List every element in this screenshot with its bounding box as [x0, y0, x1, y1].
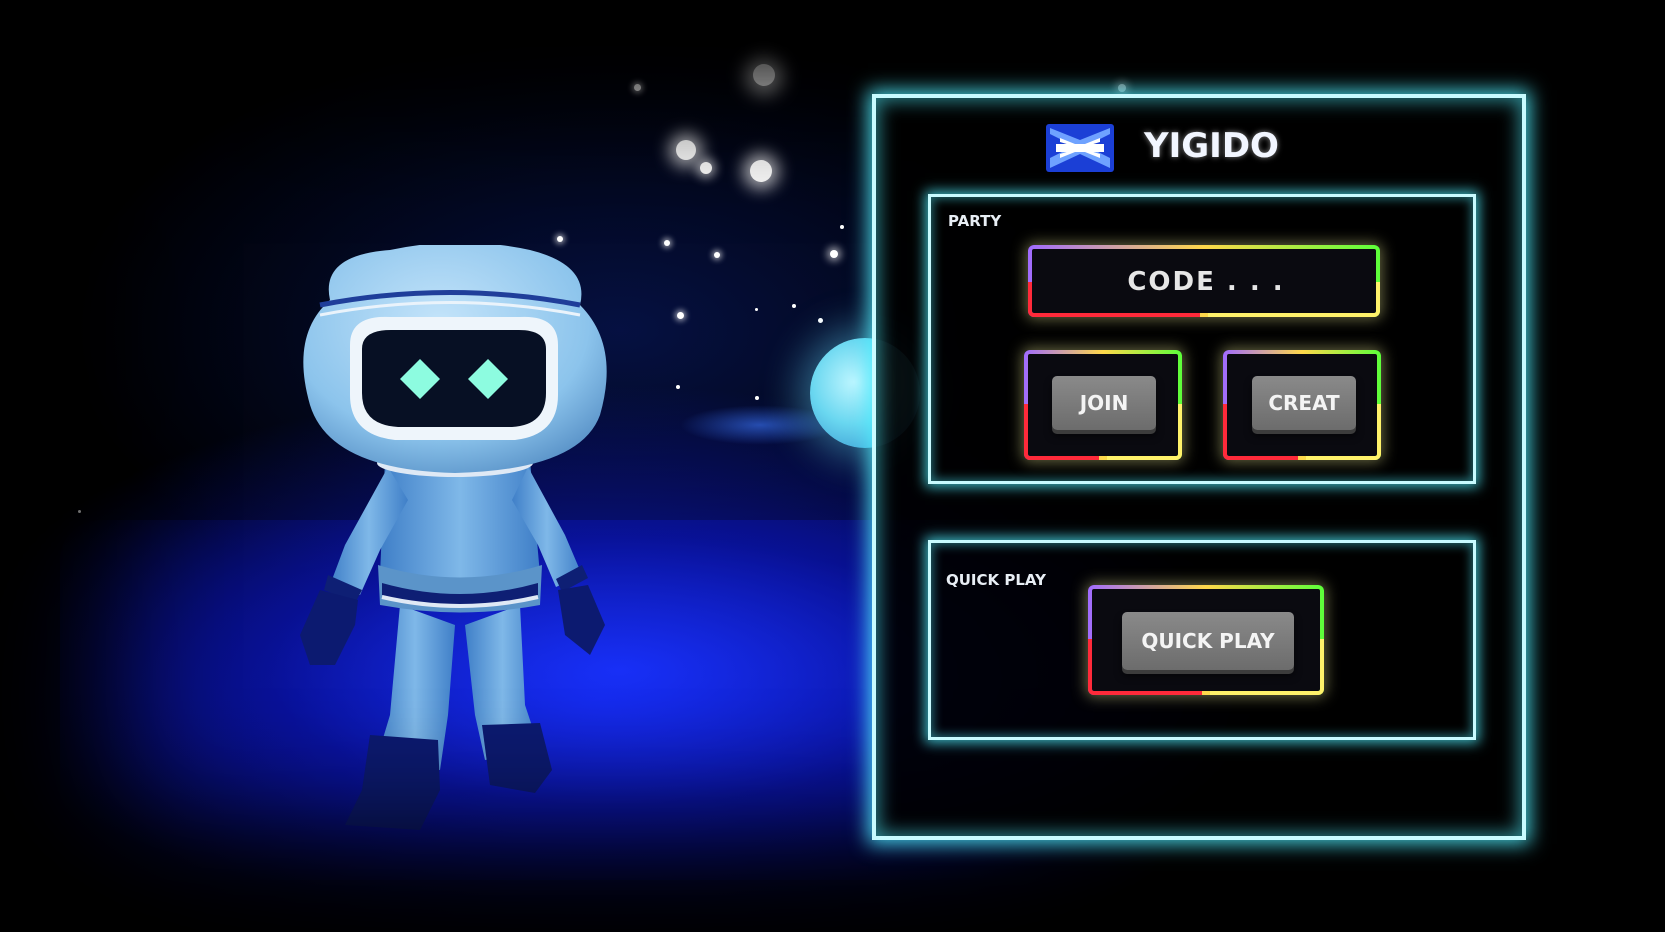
astronaut-character	[300, 245, 607, 830]
party-code-input[interactable]	[1038, 255, 1374, 309]
star	[755, 308, 758, 311]
create-party-button[interactable]: CREAT	[1252, 376, 1356, 430]
star	[557, 236, 563, 242]
star	[78, 510, 81, 513]
quick-play-section-label: QUICK PLAY	[946, 571, 1046, 589]
star	[700, 162, 712, 174]
quick-play-button[interactable]: QUICK PLAY	[1122, 612, 1294, 670]
star	[677, 312, 684, 319]
star	[750, 160, 772, 182]
party-section-label: PARTY	[948, 212, 1002, 230]
game-title: YIGIDO	[1144, 126, 1279, 166]
star	[840, 225, 844, 229]
star	[818, 318, 823, 323]
star	[676, 385, 680, 389]
star	[753, 64, 775, 86]
star	[634, 84, 641, 91]
star	[830, 250, 838, 258]
star	[1118, 84, 1126, 92]
star	[792, 304, 796, 308]
yigido-logo-icon	[1046, 124, 1114, 172]
star	[676, 140, 696, 160]
party-section	[928, 194, 1476, 484]
join-button[interactable]: JOIN	[1052, 376, 1156, 430]
star	[755, 396, 759, 400]
star	[714, 252, 720, 258]
star	[664, 240, 670, 246]
